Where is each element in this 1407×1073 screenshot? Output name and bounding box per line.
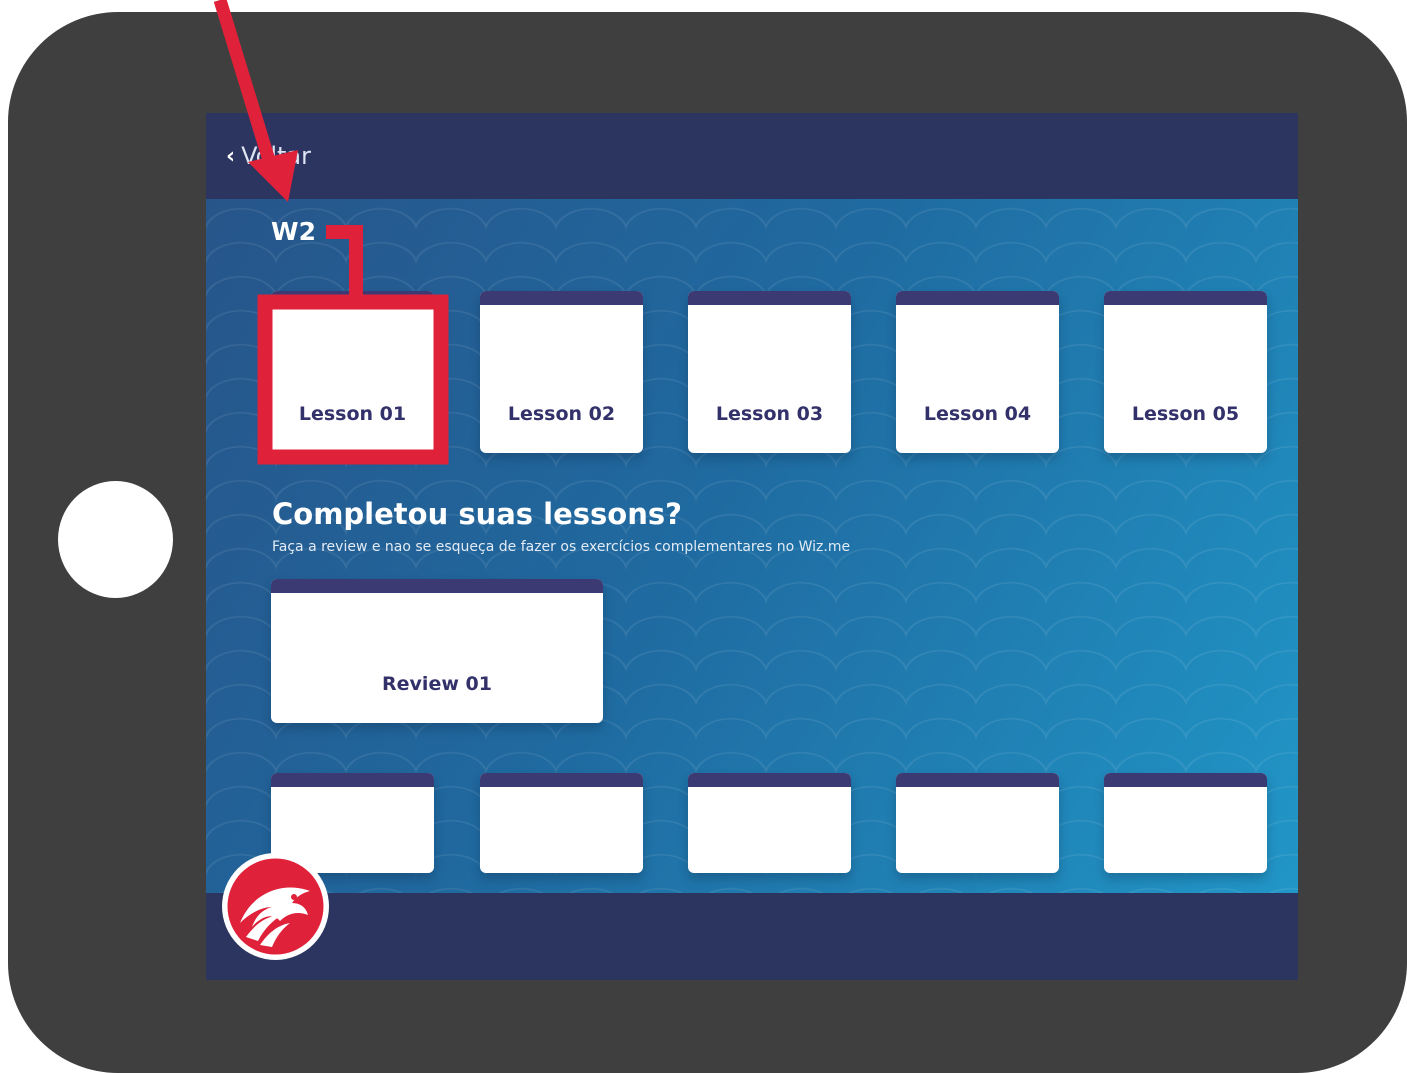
lesson-card[interactable]: Lesson 01 — [271, 291, 434, 453]
lesson-card-label: Lesson 05 — [1131, 403, 1240, 425]
review-card[interactable]: Review 01 — [271, 579, 603, 723]
week-title: W2 — [271, 217, 316, 246]
lesson-card[interactable]: Lesson 04 — [896, 291, 1059, 453]
top-bar: ‹ Voltar — [206, 113, 1298, 199]
back-label: Voltar — [241, 142, 311, 170]
content-area: W2 Lesson 01 Lesson 02 Lesson 03 Lesson … — [206, 199, 1298, 893]
bottom-bar — [206, 893, 1298, 980]
lesson-card-label: Lesson 04 — [923, 403, 1032, 425]
next-week-card[interactable] — [1104, 773, 1267, 873]
app-screen: ‹ Voltar W2 Lesson 01 Lesson 02 Lesson 0… — [206, 113, 1298, 980]
chevron-left-icon: ‹ — [226, 143, 236, 169]
lesson-card-label: Lesson 03 — [715, 403, 824, 425]
lesson-card[interactable]: Lesson 05 — [1104, 291, 1267, 453]
next-week-card[interactable] — [688, 773, 851, 873]
next-week-card[interactable] — [896, 773, 1059, 873]
lesson-card-label: Lesson 02 — [507, 403, 616, 425]
home-button[interactable] — [58, 481, 173, 598]
lesson-card[interactable]: Lesson 03 — [688, 291, 851, 453]
eagle-logo-icon — [222, 853, 329, 960]
review-section-subtitle: Faça a review e nao se esqueça de fazer … — [272, 539, 851, 555]
review-card-label: Review 01 — [382, 673, 492, 695]
review-section-heading: Completou suas lessons? — [272, 497, 682, 531]
lesson-card[interactable]: Lesson 02 — [480, 291, 643, 453]
lesson-card-label: Lesson 01 — [298, 403, 407, 425]
back-button[interactable]: ‹ Voltar — [226, 139, 311, 173]
next-week-card[interactable] — [480, 773, 643, 873]
